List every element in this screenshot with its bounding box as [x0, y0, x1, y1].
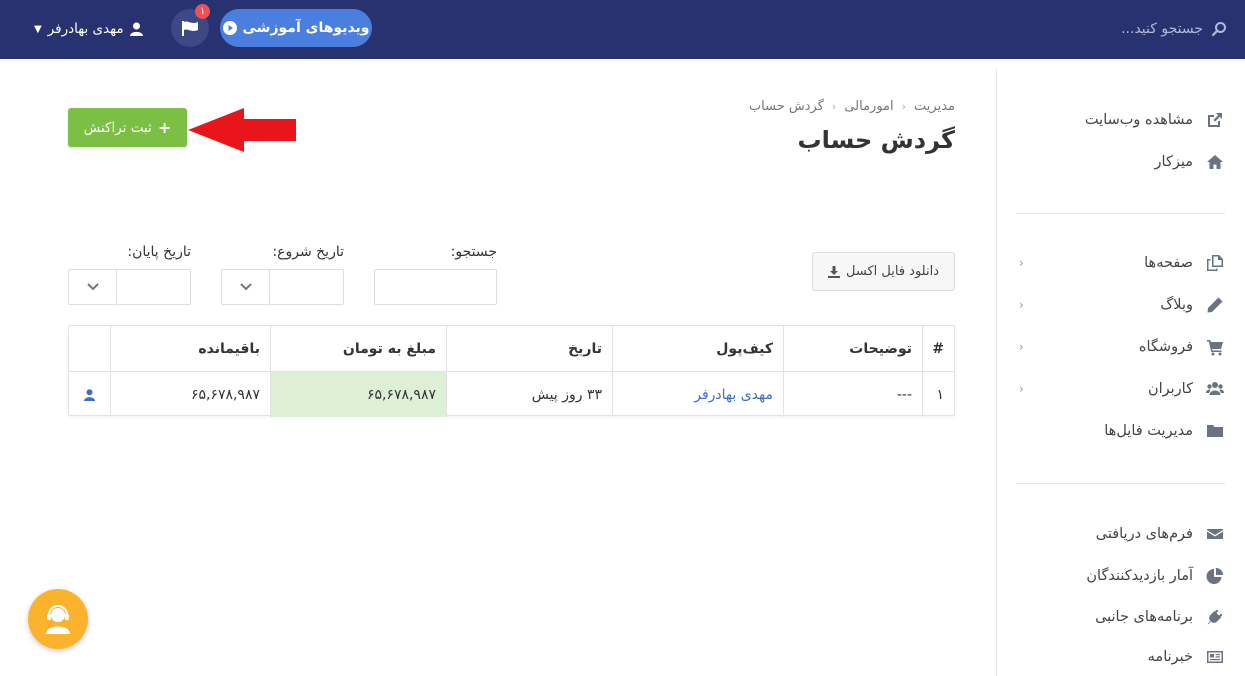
user-menu[interactable]: ▼ مهدی بهادرفر — [34, 18, 143, 40]
cart-icon — [1205, 337, 1225, 357]
chevron-left-icon: ‹ — [1019, 298, 1024, 312]
pie-chart-icon — [1205, 566, 1225, 586]
sidebar-item-shop[interactable]: فروشگاه ‹ — [996, 327, 1245, 367]
breadcrumb-admin[interactable]: مدیریت — [914, 99, 955, 114]
global-search[interactable]: جستجو کنید... — [1121, 16, 1227, 42]
user-icon — [129, 22, 143, 36]
red-arrow-annotation — [188, 108, 296, 152]
cell-description: --- — [783, 372, 922, 417]
chevron-left-icon: ‹ — [1019, 340, 1024, 354]
sidebar-item-label: مشاهده وب‌سایت — [1084, 112, 1193, 128]
download-icon — [828, 265, 841, 278]
excel-button-label: دانلود فایل اکسل — [846, 264, 939, 279]
notification-badge: ۱ — [195, 4, 210, 19]
search-filter-label: جستجو: — [450, 244, 497, 260]
end-date-label: تاریخ پایان: — [127, 244, 191, 260]
plus-icon: + — [157, 118, 172, 137]
flag-icon — [181, 20, 198, 36]
sidebar-item-label: خبرنامه — [1147, 649, 1193, 665]
play-circle-icon — [222, 21, 237, 35]
transactions-table: # توضیحات کیف‌پول تاریخ مبلغ به تومان با… — [68, 325, 955, 417]
start-date-label: تاریخ شروع: — [272, 244, 344, 260]
sidebar-item-newsletter[interactable]: خبرنامه — [996, 637, 1245, 676]
column-header-date: تاریخ — [446, 326, 612, 371]
sidebar-item-pages[interactable]: صفحه‌ها ‹ — [996, 243, 1245, 283]
sidebar-item-received-forms[interactable]: فرم‌های دریافتی — [996, 514, 1245, 554]
external-link-icon — [1205, 110, 1225, 130]
column-header-actions — [69, 326, 110, 371]
home-icon — [1205, 152, 1225, 172]
cell-balance: ۶۵,۶۷۸,۹۸۷ — [110, 372, 270, 417]
cell-wallet-link[interactable]: مهدی بهادرفر — [612, 372, 783, 417]
table-row: ۱ --- مهدی بهادرفر ۳۳ روز پیش ۶۵,۶۷۸,۹۸۷… — [69, 372, 954, 417]
start-date-dropdown[interactable] — [221, 269, 270, 305]
envelope-icon — [1205, 524, 1225, 544]
start-date-input[interactable] — [269, 269, 344, 305]
tutorial-videos-button[interactable]: ویدیوهای آموزشی — [220, 9, 372, 47]
sidebar-item-file-manager[interactable]: مدیریت فایل‌ها — [996, 411, 1245, 451]
newspaper-icon — [1205, 647, 1225, 667]
video-button-label: ویدیوهای آموزشی — [242, 20, 370, 36]
user-profile-icon[interactable] — [84, 388, 95, 401]
download-excel-button[interactable]: دانلود فایل اکسل — [812, 252, 955, 291]
table-header-row: # توضیحات کیف‌پول تاریخ مبلغ به تومان با… — [69, 326, 954, 371]
column-header-amount: مبلغ به تومان — [270, 326, 446, 371]
sidebar-item-label: فروشگاه — [1138, 339, 1193, 355]
chevron-down-icon — [86, 283, 99, 291]
sidebar-item-plugins[interactable]: برنامه‌های جانبی — [996, 597, 1245, 637]
sidebar-item-label: آمار بازدیدکنندگان — [1086, 568, 1193, 584]
page-title: گردش حساب — [797, 126, 955, 154]
chevron-left-icon: ‹ — [831, 100, 837, 113]
sidebar-item-label: فرم‌های دریافتی — [1095, 526, 1193, 542]
sidebar-item-visitor-stats[interactable]: آمار بازدیدکنندگان — [996, 556, 1245, 596]
notifications-button[interactable]: ۱ — [171, 4, 210, 47]
user-name: مهدی بهادرفر — [47, 21, 124, 37]
support-agent-icon — [46, 605, 70, 634]
support-chat-button[interactable] — [28, 589, 88, 649]
folder-icon — [1205, 421, 1225, 441]
sidebar-item-blog[interactable]: وبلاگ ‹ — [996, 285, 1245, 325]
pencil-icon — [1205, 295, 1225, 315]
chevron-left-icon: ‹ — [901, 100, 907, 113]
sidebar-item-label: میزکار — [1154, 154, 1193, 170]
sidebar-item-label: صفحه‌ها — [1144, 255, 1193, 271]
caret-down-icon: ▼ — [34, 23, 42, 35]
cell-actions — [69, 372, 110, 417]
column-header-description: توضیحات — [783, 326, 922, 371]
search-filter-input[interactable] — [374, 269, 497, 305]
chevron-left-icon: ‹ — [1019, 382, 1024, 396]
search-placeholder[interactable]: جستجو کنید... — [1121, 21, 1203, 37]
cell-amount: ۶۵,۶۷۸,۹۸۷ — [270, 372, 446, 417]
add-transaction-label: ثبت تراکنش — [83, 119, 152, 136]
end-date-input[interactable] — [116, 269, 191, 305]
sidebar-item-view-website[interactable]: مشاهده وب‌سایت — [996, 100, 1245, 140]
column-header-balance: باقیمانده — [110, 326, 270, 371]
plug-icon — [1205, 607, 1225, 627]
column-header-number: # — [922, 326, 954, 371]
sidebar-item-users[interactable]: کاربران ‹ — [996, 369, 1245, 409]
sidebar-divider — [1016, 483, 1225, 484]
sidebar-item-dashboard[interactable]: میزکار — [996, 142, 1245, 182]
sidebar-item-label: وبلاگ — [1160, 297, 1193, 313]
pages-icon — [1205, 253, 1225, 273]
end-date-dropdown[interactable] — [68, 269, 117, 305]
breadcrumb: مدیریت ‹ امورمالی ‹ گردش حساب — [749, 99, 955, 114]
cell-date: ۳۳ روز پیش — [446, 372, 612, 417]
breadcrumb-current: گردش حساب — [748, 99, 824, 114]
chevron-down-icon — [239, 283, 252, 291]
users-icon — [1205, 379, 1225, 399]
sidebar-item-label: برنامه‌های جانبی — [1095, 609, 1193, 625]
column-header-wallet: کیف‌پول — [612, 326, 783, 371]
top-navbar: جستجو کنید... ویدیوهای آموزشی ۱ ▼ مهدی ب… — [0, 0, 1245, 59]
sidebar-divider — [1016, 213, 1225, 214]
add-transaction-button[interactable]: + ثبت تراکنش — [68, 108, 187, 147]
cell-number: ۱ — [922, 372, 954, 417]
chevron-left-icon: ‹ — [1019, 256, 1024, 270]
sidebar-item-label: مدیریت فایل‌ها — [1104, 423, 1193, 439]
sidebar-item-label: کاربران — [1147, 381, 1193, 397]
sidebar: مشاهده وب‌سایت میزکار صفحه‌ها ‹ وبلاگ ‹ … — [996, 69, 1245, 676]
breadcrumb-finance[interactable]: امورمالی — [844, 99, 893, 114]
search-icon — [1211, 22, 1226, 37]
